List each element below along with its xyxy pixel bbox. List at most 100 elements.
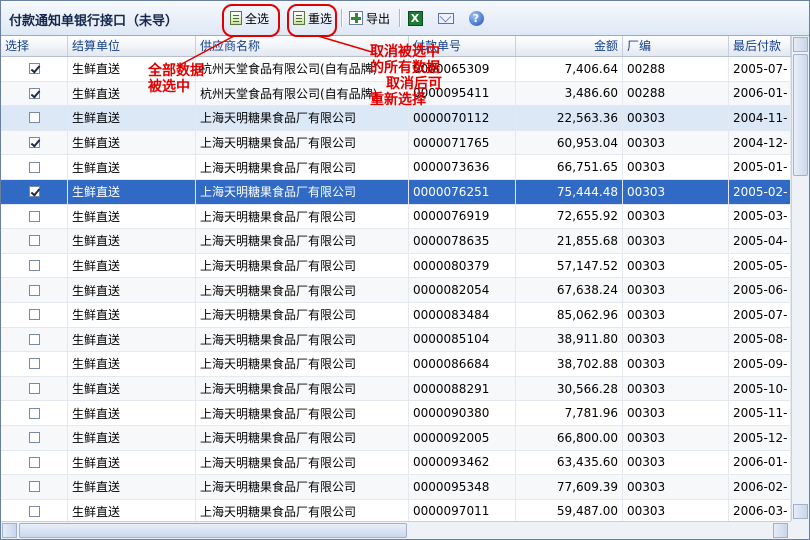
payment-code-cell: 0000088291 bbox=[409, 376, 516, 401]
payment-code-cell: 0000083484 bbox=[409, 302, 516, 327]
row-checkbox[interactable] bbox=[28, 505, 40, 517]
table-row[interactable]: 生鲜直送 上海天明糖果食品厂有限公司 0000082054 67,638.24 0030… bbox=[1, 278, 791, 303]
table-row[interactable]: 生鲜直送 上海天明糖果食品厂有限公司 0000088291 30,566.28 0030… bbox=[1, 376, 791, 402]
table-row[interactable]: 生鲜直送 上海天明糖果食品厂有限公司 0000097011 59,487.00 0030… bbox=[1, 499, 791, 521]
table-row[interactable]: 生鲜直送 上海天明糖果食品厂有限公司 0000083484 85,062.96 0030… bbox=[1, 302, 791, 328]
row-select-cell[interactable] bbox=[1, 499, 68, 521]
scroll-right-arrow[interactable] bbox=[773, 523, 788, 538]
row-checkbox[interactable] bbox=[28, 284, 40, 296]
row-select-cell[interactable] bbox=[1, 253, 68, 278]
row-select-cell[interactable] bbox=[1, 57, 68, 81]
table-row[interactable]: 生鲜直送 上海天明糖果食品厂有限公司 0000076251 75,444.48 0030… bbox=[1, 179, 791, 205]
row-checkbox[interactable] bbox=[28, 432, 40, 444]
factory-code-cell: 00303 bbox=[623, 352, 729, 376]
row-checkbox[interactable] bbox=[28, 481, 40, 493]
row-select-cell[interactable] bbox=[1, 204, 68, 229]
last-payment-cell: 2005-07- bbox=[729, 302, 791, 327]
amount-cell: 30,566.28 bbox=[516, 376, 623, 401]
vertical-scroll-thumb[interactable] bbox=[793, 54, 808, 176]
table-row[interactable]: 生鲜直送 上海天明糖果食品厂有限公司 0000086684 38,702.88 0030… bbox=[1, 352, 791, 377]
row-checkbox[interactable] bbox=[28, 63, 40, 75]
amount-cell: 60,953.04 bbox=[516, 130, 623, 155]
table-row[interactable]: 生鲜直送 上海天明糖果食品厂有限公司 0000095348 77,609.39 0030… bbox=[1, 475, 791, 500]
reselect-annotation-line1: 取消被选中 bbox=[370, 44, 440, 60]
row-select-cell[interactable] bbox=[1, 302, 68, 327]
row-checkbox[interactable] bbox=[28, 137, 40, 149]
last-payment-cell: 2006-01- bbox=[729, 81, 791, 106]
row-select-cell[interactable] bbox=[1, 327, 68, 352]
row-checkbox[interactable] bbox=[28, 112, 40, 124]
reselect-annotation-line3: 取消后可 bbox=[386, 76, 442, 92]
column-header-select[interactable]: 选择 bbox=[1, 36, 68, 56]
scroll-down-arrow[interactable] bbox=[793, 504, 808, 519]
row-checkbox[interactable] bbox=[28, 87, 40, 99]
column-header-factory[interactable]: 厂编 bbox=[623, 36, 729, 56]
column-header-unit[interactable]: 结算单位 bbox=[68, 36, 196, 56]
horizontal-scroll-thumb[interactable] bbox=[19, 523, 407, 538]
payment-code-cell: 0000071765 bbox=[409, 130, 516, 155]
row-select-cell[interactable] bbox=[1, 401, 68, 425]
toolbar-divider bbox=[341, 9, 343, 27]
horizontal-scrollbar[interactable] bbox=[1, 521, 791, 539]
row-select-cell[interactable] bbox=[1, 81, 68, 106]
payment-code-cell: 0000097011 bbox=[409, 499, 516, 521]
row-select-cell[interactable] bbox=[1, 278, 68, 302]
excel-button[interactable]: X bbox=[407, 10, 423, 26]
table-row[interactable]: 生鲜直送 上海天明糖果食品厂有限公司 0000071765 60,953.04 0030… bbox=[1, 130, 791, 156]
table-row[interactable]: 生鲜直送 上海天明糖果食品厂有限公司 0000090380 7,781.96 00303… bbox=[1, 401, 791, 426]
supplier-cell: 上海天明糖果食品厂有限公司 bbox=[196, 352, 409, 376]
amount-cell: 22,563.36 bbox=[516, 106, 623, 130]
payment-code-cell: 0000073636 bbox=[409, 155, 516, 179]
table-row[interactable]: 生鲜直送 上海天明糖果食品厂有限公司 0000073636 66,751.65 0030… bbox=[1, 155, 791, 180]
row-checkbox[interactable] bbox=[28, 186, 40, 198]
row-checkbox[interactable] bbox=[28, 210, 40, 222]
factory-code-cell: 00303 bbox=[623, 475, 729, 499]
row-select-cell[interactable] bbox=[1, 106, 68, 130]
scroll-left-arrow[interactable] bbox=[2, 523, 17, 538]
row-select-cell[interactable] bbox=[1, 425, 68, 450]
supplier-cell: 上海天明糖果食品厂有限公司 bbox=[196, 253, 409, 278]
table-row[interactable]: 生鲜直送 上海天明糖果食品厂有限公司 0000076919 72,655.92 0030… bbox=[1, 204, 791, 230]
mail-button[interactable] bbox=[438, 10, 454, 26]
table-row[interactable]: 生鲜直送 上海天明糖果食品厂有限公司 0000070112 22,563.36 0030… bbox=[1, 106, 791, 131]
row-select-cell[interactable] bbox=[1, 352, 68, 376]
row-select-cell[interactable] bbox=[1, 450, 68, 475]
row-select-cell[interactable] bbox=[1, 376, 68, 401]
column-header-amount[interactable]: 金额 bbox=[516, 36, 623, 56]
row-checkbox[interactable] bbox=[28, 161, 40, 173]
row-checkbox[interactable] bbox=[28, 407, 40, 419]
row-select-cell[interactable] bbox=[1, 155, 68, 179]
row-checkbox[interactable] bbox=[28, 260, 40, 272]
last-payment-cell: 2005-09- bbox=[729, 352, 791, 376]
table-row[interactable]: 生鲜直送 上海天明糖果食品厂有限公司 0000080379 57,147.52 0030… bbox=[1, 253, 791, 279]
table-row[interactable]: 生鲜直送 上海天明糖果食品厂有限公司 0000085104 38,911.80 0030… bbox=[1, 327, 791, 353]
factory-code-cell: 00303 bbox=[623, 302, 729, 327]
unit-cell: 生鲜直送 bbox=[68, 352, 196, 376]
help-button[interactable]: ? bbox=[468, 10, 484, 26]
row-select-cell[interactable] bbox=[1, 179, 68, 204]
row-checkbox[interactable] bbox=[28, 456, 40, 468]
row-select-cell[interactable] bbox=[1, 475, 68, 499]
row-checkbox[interactable] bbox=[28, 333, 40, 345]
supplier-cell: 上海天明糖果食品厂有限公司 bbox=[196, 179, 409, 204]
row-checkbox[interactable] bbox=[28, 383, 40, 395]
row-select-cell[interactable] bbox=[1, 130, 68, 155]
last-payment-cell: 2005-03- bbox=[729, 204, 791, 229]
scroll-up-arrow[interactable] bbox=[793, 37, 808, 52]
vertical-scrollbar[interactable] bbox=[791, 36, 809, 521]
amount-cell: 59,487.00 bbox=[516, 499, 623, 521]
table-row[interactable]: 生鲜直送 上海天明糖果食品厂有限公司 0000092005 66,800.00 0030… bbox=[1, 425, 791, 451]
row-select-cell[interactable] bbox=[1, 229, 68, 253]
table-row[interactable]: 生鲜直送 上海天明糖果食品厂有限公司 0000078635 21,855.68 0030… bbox=[1, 229, 791, 254]
export-button[interactable]: 导出 bbox=[349, 8, 390, 28]
table-row[interactable]: 生鲜直送 上海天明糖果食品厂有限公司 0000093462 63,435.60 0030… bbox=[1, 450, 791, 476]
last-payment-cell: 2005-08- bbox=[729, 327, 791, 352]
row-checkbox[interactable] bbox=[28, 235, 40, 247]
row-checkbox[interactable] bbox=[28, 358, 40, 370]
last-payment-cell: 2006-02- bbox=[729, 475, 791, 499]
factory-code-cell: 00303 bbox=[623, 106, 729, 130]
amount-cell: 7,406.64 bbox=[516, 57, 623, 81]
column-header-last-payment[interactable]: 最后付款 bbox=[729, 36, 791, 56]
row-checkbox[interactable] bbox=[28, 309, 40, 321]
amount-cell: 7,781.96 bbox=[516, 401, 623, 425]
